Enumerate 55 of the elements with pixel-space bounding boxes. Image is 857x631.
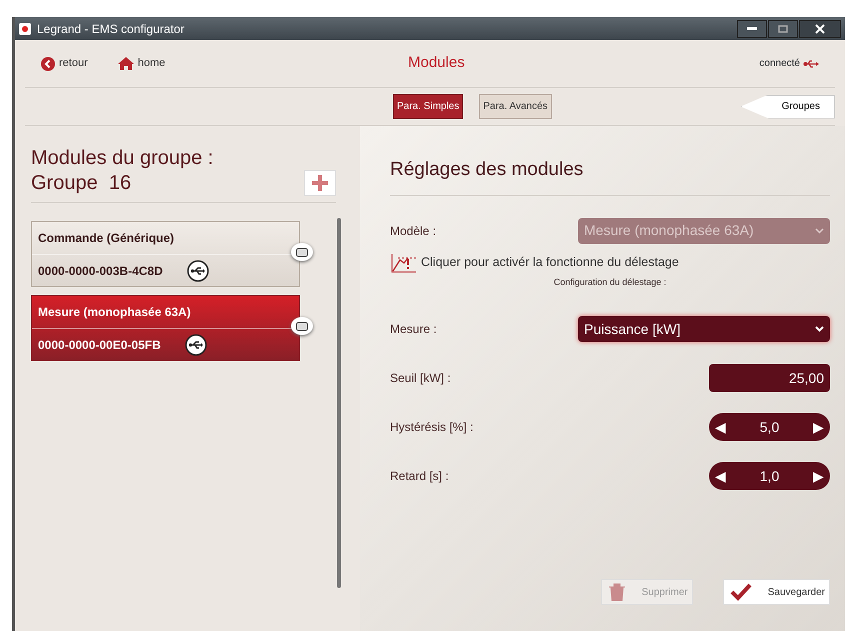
home-icon [118, 57, 134, 70]
section-label: Configuration du délestage : [552, 276, 668, 289]
spinner-value: 5,0 [760, 418, 780, 436]
close-button[interactable] [799, 20, 841, 38]
increment-button[interactable]: ▶ [813, 416, 824, 438]
field-label: Retard [s] : [390, 468, 449, 485]
page-title: Modules [408, 53, 465, 74]
toggle-knob[interactable] [291, 243, 313, 261]
module-id: 0000-0000-003B-4C8D [38, 263, 163, 280]
maximize-icon [778, 24, 788, 32]
field-label: Modèle : [390, 222, 436, 240]
measure-select[interactable]: Puissance [kW] [578, 316, 830, 342]
maximize-button[interactable] [768, 20, 798, 38]
field-label: Mesure : [390, 321, 437, 338]
tab[interactable]: Para. Avancés [479, 94, 552, 119]
tab[interactable]: Para. Simples [393, 94, 464, 119]
settings-heading: Réglages des modules [390, 156, 830, 196]
chart-icon [390, 252, 418, 274]
toggle-knob[interactable] [291, 317, 313, 335]
check-icon [730, 583, 752, 601]
groups-button[interactable]: Groupes [740, 94, 835, 118]
usb-icon [803, 58, 819, 68]
minimize-icon [747, 27, 757, 30]
group-heading: Modules du groupe : [31, 146, 214, 171]
connection-status: connecté [759, 57, 800, 71]
chevron-icon [815, 326, 824, 332]
increment-button[interactable]: ▶ [813, 466, 824, 486]
field-label: Hystérésis [%] : [390, 419, 474, 436]
chevron-icon [815, 228, 824, 234]
module-card[interactable]: Mesure (monophasée 63A) 0000-0000-00E0-05FB [31, 295, 300, 361]
app-icon [19, 22, 31, 34]
decrement-button[interactable]: ◀ [715, 416, 726, 438]
connector-icon [296, 322, 308, 330]
trash-icon [608, 583, 626, 601]
back-link[interactable]: retour [41, 55, 88, 72]
save-button[interactable]: Sauvegarder [722, 579, 830, 605]
shedding-link[interactable]: Cliquer pour activér la fonctionne du délestage [421, 253, 679, 272]
usb-icon [186, 260, 209, 282]
group-name: Groupe 16 [31, 171, 132, 196]
module-card[interactable]: Commande (Générique) 0000-0000-003B-4C8D [31, 221, 300, 287]
number-field[interactable]: 25,00 [709, 364, 830, 392]
usb-icon [184, 334, 207, 356]
back-icon [41, 56, 55, 70]
field-label: Seuil [kW] : [390, 370, 451, 387]
spinner-value: 1,0 [760, 466, 780, 486]
module-id: 0000-0000-00E0-05FB [38, 337, 161, 354]
plus-icon [312, 175, 328, 191]
home-link[interactable]: home [118, 55, 166, 72]
minimize-button[interactable] [737, 20, 767, 38]
add-button[interactable] [304, 170, 336, 196]
connector-icon [296, 248, 308, 256]
window-title: Legrand - EMS configurator [37, 20, 184, 38]
model-select: Mesure (monophasée 63A) [578, 218, 830, 244]
close-icon [815, 24, 825, 34]
decrement-button[interactable]: ◀ [715, 466, 726, 486]
